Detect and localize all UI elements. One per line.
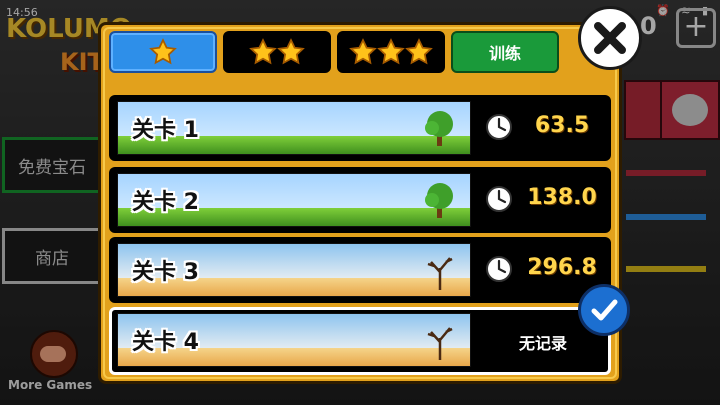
best-time: 63.5 [534, 113, 590, 138]
level-title: 关卡 4 [132, 330, 199, 355]
level-title: 关卡 3 [132, 260, 199, 285]
best-time: 138.0 [527, 185, 597, 210]
level-row-2[interactable]: 关卡 2 138.0 [109, 167, 611, 233]
close-button[interactable] [578, 6, 642, 70]
level-row-4[interactable]: 关卡 4 无记录 [109, 307, 611, 375]
level-title: 关卡 2 [132, 190, 199, 215]
level-thumbnail-desert: 关卡 3 [117, 243, 471, 297]
tab-one-star[interactable] [109, 31, 217, 73]
star-icon [277, 38, 305, 65]
dead-tree-icon [427, 327, 453, 360]
level-row-3[interactable]: 关卡 3 296.8 [109, 237, 611, 303]
close-icon [594, 22, 626, 54]
level-thumbnail-grass: 关卡 2 [117, 173, 471, 227]
level-title: 关卡 1 [132, 118, 199, 143]
dead-tree-icon [427, 257, 453, 290]
no-record-label: 无记录 [518, 334, 567, 353]
clock-icon [486, 256, 512, 282]
tab-two-stars[interactable] [223, 31, 331, 73]
tab-training-label: 训练 [488, 44, 521, 63]
clock-icon [486, 186, 512, 212]
clock-icon [486, 114, 512, 140]
star-icon [249, 38, 277, 65]
level-row-1[interactable]: 关卡 1 63.5 [109, 95, 611, 161]
level-thumbnail-grass: 关卡 1 [117, 101, 471, 155]
tree-icon [425, 111, 453, 146]
tab-training[interactable]: 训练 [451, 31, 559, 73]
confirm-button[interactable] [578, 284, 630, 336]
level-select-popup: 训练 关卡 1 63.5 关卡 2 138.0 关卡 3 296.8 关卡 4 … [98, 22, 622, 384]
tab-three-stars[interactable] [337, 31, 445, 73]
best-time: 296.8 [527, 255, 597, 280]
star-icon [405, 38, 433, 65]
tree-icon [425, 183, 453, 218]
level-thumbnail-desert: 关卡 4 [117, 313, 471, 367]
star-icon [149, 38, 177, 65]
checkmark-icon [591, 299, 618, 321]
star-icon [349, 38, 377, 65]
star-icon [377, 38, 405, 65]
